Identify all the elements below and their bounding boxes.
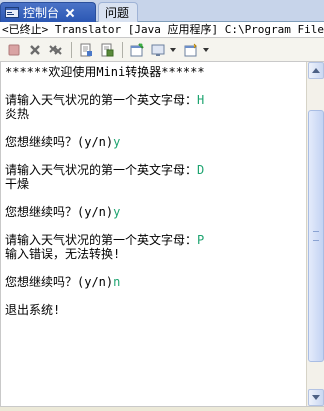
- clear-console-icon[interactable]: [76, 40, 96, 60]
- toolbar-separator: [71, 41, 72, 58]
- tab-console-label: 控制台: [23, 6, 60, 20]
- console-toolbar: [0, 38, 324, 62]
- display-console-icon[interactable]: [148, 40, 168, 60]
- console-line: 请输入天气状况的第一个英文字母：D: [5, 163, 205, 177]
- console-line: 您想继续吗？(y/n)n: [5, 275, 121, 289]
- console-line: 您想继续吗？(y/n)y: [5, 205, 121, 219]
- console-line: 输入错误，无法转换!: [5, 247, 121, 261]
- scrollbar-thumb[interactable]: [308, 110, 324, 362]
- tab-console[interactable]: 控制台: [0, 2, 96, 22]
- scroll-lock-icon[interactable]: [97, 40, 117, 60]
- console-line: ******欢迎使用Mini转换器******: [5, 65, 205, 79]
- console-line: 请输入天气状况的第一个英文字母：P: [5, 233, 205, 247]
- remove-all-icon[interactable]: [46, 40, 66, 60]
- bottom-border: [0, 406, 324, 411]
- vertical-scrollbar[interactable]: [306, 62, 324, 406]
- remove-launch-icon[interactable]: [25, 40, 45, 60]
- pin-console-icon[interactable]: [127, 40, 147, 60]
- scroll-down-button[interactable]: [308, 389, 324, 406]
- console-icon: [5, 6, 19, 19]
- chevron-down-icon[interactable]: [169, 40, 177, 60]
- arrow-up-icon: [312, 68, 320, 73]
- console-line: 请输入天气状况的第一个英文字母：H: [5, 93, 205, 107]
- chevron-down-icon[interactable]: [202, 40, 210, 60]
- console-line: 退出系统!: [5, 303, 61, 317]
- console-line: 您想继续吗？(y/n)y: [5, 135, 121, 149]
- tab-problems[interactable]: 问题: [98, 2, 138, 22]
- view-tab-bar: 控制台 问题: [0, 0, 324, 22]
- scroll-up-button[interactable]: [308, 62, 324, 79]
- console-output[interactable]: ******欢迎使用Mini转换器****** 请输入天气状况的第一个英文字母：…: [0, 62, 306, 406]
- console-process-title: <已终止> Translator [Java 应用程序] C:\Program …: [0, 22, 324, 38]
- tab-problems-label: 问题: [105, 6, 130, 20]
- close-icon[interactable]: [65, 8, 75, 18]
- console-line: 炎热: [5, 107, 30, 121]
- arrow-down-icon: [312, 395, 320, 400]
- terminate-icon[interactable]: [4, 40, 24, 60]
- toolbar-separator: [122, 41, 123, 58]
- console-line: 干燥: [5, 177, 30, 191]
- open-console-icon[interactable]: [181, 40, 201, 60]
